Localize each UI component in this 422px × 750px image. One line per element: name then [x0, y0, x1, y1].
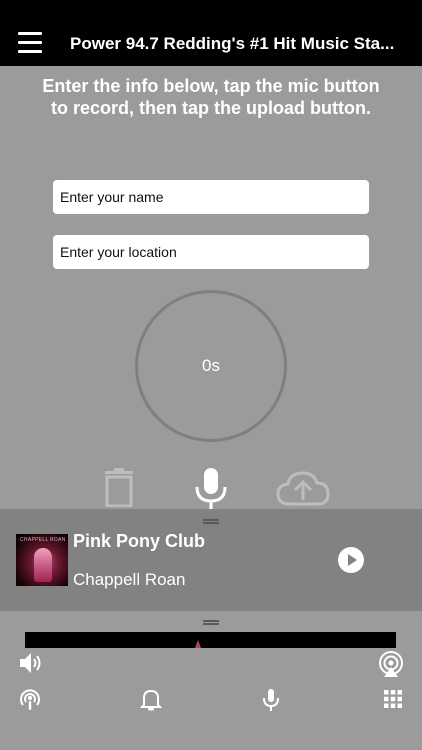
record-timer: 0s — [135, 290, 287, 442]
play-icon[interactable] — [338, 547, 364, 573]
instructions-text: Enter the info below, tap the mic button… — [42, 76, 380, 118]
album-art: CHAPPELL ROAN — [16, 534, 68, 586]
trash-icon — [105, 468, 133, 508]
top-bar: Power 94.7 Redding's #1 Hit Music Sta... — [0, 0, 422, 66]
drag-handle-lower[interactable] — [203, 620, 219, 625]
timer-value: 0s — [202, 356, 220, 375]
song-title: Pink Pony Club — [73, 531, 206, 551]
drag-handle[interactable] — [203, 519, 219, 524]
menu-icon[interactable] — [18, 32, 42, 54]
location-input[interactable] — [53, 235, 369, 269]
name-input[interactable] — [53, 180, 369, 214]
album-art-text: CHAPPELL ROAN — [20, 537, 66, 543]
delete-button[interactable] — [103, 467, 135, 512]
microphone-small-icon[interactable] — [262, 688, 280, 717]
upload-button[interactable] — [276, 470, 330, 511]
podcast-icon[interactable] — [18, 688, 42, 717]
cloud-upload-icon — [276, 471, 330, 506]
video-preview[interactable] — [25, 632, 396, 648]
microphone-icon — [195, 468, 227, 510]
airplay-icon[interactable] — [377, 650, 405, 683]
artist-name: Chappell Roan — [73, 570, 186, 589]
speaker-icon[interactable] — [18, 651, 44, 680]
grid-icon[interactable] — [384, 690, 402, 713]
bell-icon[interactable] — [139, 688, 163, 717]
station-title: Power 94.7 Redding's #1 Hit Music Sta... — [70, 34, 395, 53]
